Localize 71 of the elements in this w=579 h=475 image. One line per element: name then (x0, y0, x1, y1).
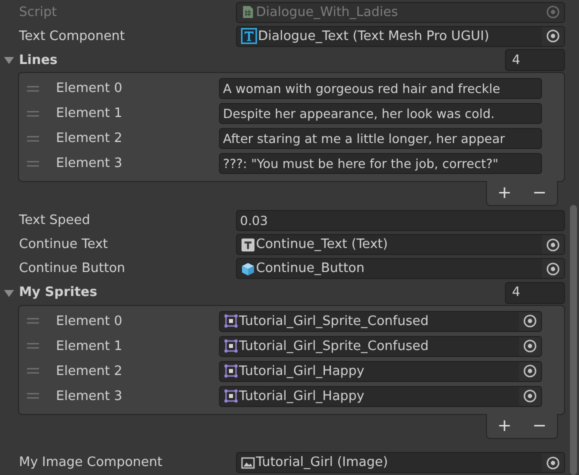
field-label: Continue Text (19, 237, 109, 252)
expand-triangle-icon[interactable] (4, 55, 14, 66)
drag-handle-icon[interactable] (27, 136, 39, 142)
object-field[interactable]: Continue_Text (Text) (236, 234, 565, 256)
element-label: Element 0 (56, 81, 124, 96)
element-label: Element 3 (56, 388, 124, 404)
field-label: Text Component (19, 28, 126, 44)
object-picker-icon[interactable] (519, 312, 541, 331)
field-label: My Image Component (19, 455, 164, 470)
object-name: Tutorial_Girl_Sprite_Confused (239, 338, 430, 354)
element-label: Element 3 (56, 156, 124, 172)
object-name: Dialogue_With_Ladies (256, 4, 400, 20)
object-field[interactable]: Continue_Button (236, 258, 565, 280)
object-picker-icon[interactable] (542, 453, 564, 472)
sprite-icon (224, 339, 238, 354)
element-label: Element 1 (56, 338, 124, 354)
image-icon (241, 456, 255, 470)
object-name: Tutorial_Girl_Happy (239, 388, 366, 404)
count-field[interactable]: 4 (505, 282, 565, 304)
object-picker-icon[interactable] (542, 259, 564, 278)
object-picker-icon[interactable] (542, 26, 564, 46)
text-icon (241, 28, 257, 44)
object-name: Tutorial_Girl_Sprite_Confused (239, 314, 430, 329)
element-label: Element 2 (56, 131, 124, 146)
count-field[interactable]: 4 (505, 49, 565, 72)
drag-handle-icon[interactable] (27, 160, 39, 167)
drag-handle-icon[interactable] (27, 393, 39, 400)
object-picker-icon[interactable] (542, 235, 564, 254)
object-name: Continue_Button (256, 261, 366, 276)
list-label: Lines (19, 52, 59, 68)
remove-button[interactable]: − (528, 183, 551, 204)
object-name: Tutorial_Girl (Image) (256, 455, 389, 470)
object-name: Continue_Text (Text) (256, 237, 389, 252)
object-picker-icon[interactable] (519, 386, 541, 406)
object-field[interactable]: Dialogue_Text (Text Mesh Pro UGUI) (236, 26, 565, 47)
cube-icon (241, 262, 255, 276)
object-field[interactable]: Tutorial_Girl_Happy (219, 386, 542, 407)
object-name: Tutorial_Girl_Happy (239, 364, 366, 379)
list-label: My Sprites (19, 285, 98, 300)
text-field[interactable]: ???: "You must be here for the job, correct?" (219, 153, 542, 174)
field-label: Script (19, 4, 58, 20)
drag-handle-icon[interactable] (27, 368, 39, 374)
object-field[interactable]: Tutorial_Girl_Sprite_Confused (219, 336, 542, 357)
object-picker-icon[interactable] (519, 362, 541, 381)
sprite-icon (224, 364, 238, 378)
add-button[interactable]: + (493, 183, 516, 204)
text-field[interactable]: Despite her appearance, her look was cold. (219, 103, 542, 124)
text-field[interactable]: 0.03 (236, 210, 565, 231)
object-name: Dialogue_Text (Text Mesh Pro UGUI) (258, 28, 490, 44)
drag-handle-icon[interactable] (27, 86, 39, 92)
drag-handle-icon[interactable] (27, 318, 39, 324)
drag-handle-icon[interactable] (27, 343, 39, 350)
expand-triangle-icon[interactable] (4, 288, 14, 298)
sprite-icon (224, 314, 238, 328)
element-label: Element 2 (56, 364, 124, 379)
remove-button[interactable]: − (528, 416, 551, 436)
object-picker-icon[interactable] (519, 336, 541, 356)
object-field[interactable]: Tutorial_Girl_Happy (219, 360, 542, 382)
drag-handle-icon[interactable] (27, 110, 39, 117)
object-field[interactable]: Tutorial_Girl (Image) (236, 452, 565, 474)
field-label: Text Speed (19, 212, 92, 228)
text-field[interactable]: After staring at me a little longer, her appear (219, 128, 542, 150)
element-label: Element 1 (56, 106, 124, 122)
field-label: Continue Button (19, 261, 126, 276)
sprite-icon (224, 389, 238, 404)
object-field[interactable]: Tutorial_Girl_Sprite_Confused (219, 310, 542, 332)
element-label: Element 0 (56, 314, 124, 329)
script-icon (241, 5, 255, 20)
add-button[interactable]: + (493, 416, 516, 436)
text-field[interactable]: A woman with gorgeous red hair and freckle (219, 78, 542, 100)
text-icon (241, 238, 255, 252)
